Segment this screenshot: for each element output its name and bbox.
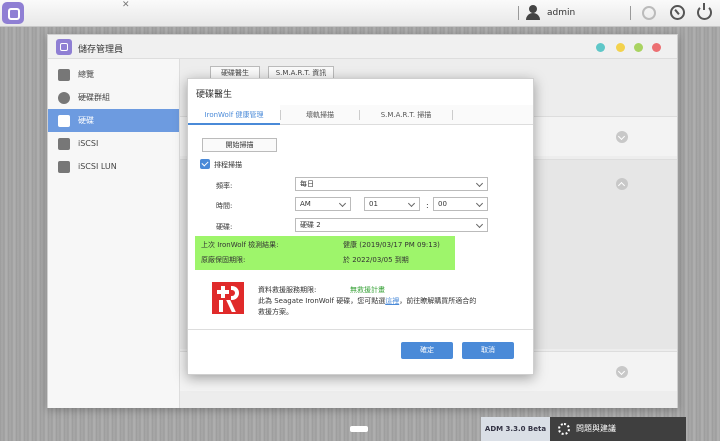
sidebar-item-label: 硬碟群組 (78, 93, 110, 102)
minute-select[interactable]: 00 (433, 197, 488, 211)
sidebar-item-label: iSCSI (78, 139, 99, 148)
settings-icon[interactable] (670, 5, 685, 20)
rescue-logo-icon (212, 282, 244, 314)
storage-manager-app-icon (56, 39, 72, 55)
power-icon[interactable] (697, 3, 712, 20)
ampm-select[interactable]: AM (295, 197, 351, 211)
window-title: 儲存管理員 (78, 45, 124, 55)
last-result-value: 健康 (2019/03/17 PM 09:13) (343, 241, 440, 249)
frequency-label: 頻率: (216, 182, 233, 190)
notification-icon[interactable] (642, 6, 656, 20)
sidebar-item-iscsi[interactable]: iSCSI (48, 132, 179, 155)
rescue-info-line1: 此為 Seagate IronWolf 硬碟，您可點選這裡，前往瞭解購買所適合的 (258, 296, 476, 306)
window-minimize-button[interactable] (616, 43, 625, 52)
divider (518, 6, 519, 20)
schedule-scan-label: 排程掃描 (214, 161, 242, 169)
iscsi-lun-icon (58, 160, 70, 173)
start-scan-button[interactable]: 開始掃描 (202, 138, 277, 152)
rescue-info-line2: 救援方案。 (258, 308, 293, 316)
close-icon[interactable]: ✕ (122, 0, 130, 10)
chevron-down-icon[interactable] (616, 131, 628, 143)
sidebar: 總覽 硬碟群組 硬碟 iSCSI iSCSI LUN (48, 59, 180, 408)
tab-smart-scan[interactable]: S.M.A.R.T. 掃描 (360, 105, 452, 125)
feedback-button[interactable]: 問題與建議 (550, 417, 686, 441)
dock-handle[interactable] (350, 426, 368, 432)
dialog-tabs: IronWolf 健康管理 壞軌掃描 S.M.A.R.T. 掃描 (188, 105, 533, 125)
user-icon[interactable] (526, 5, 540, 20)
sidebar-item-overview[interactable]: 總覽 (48, 63, 179, 86)
warranty-label: 原廠保固期限: (201, 256, 246, 264)
tab-bad-block-scan[interactable]: 壞軌掃描 (281, 105, 359, 125)
top-bar: ✕ admin (0, 0, 720, 27)
chevron-down-icon[interactable] (616, 366, 628, 378)
rescue-info-suffix: ，前往瞭解購買所適合的 (399, 297, 477, 305)
iscsi-icon (58, 137, 70, 150)
rescue-value: 無救援計畫 (350, 286, 385, 294)
tab-ironwolf-health[interactable]: IronWolf 健康管理 (188, 105, 280, 125)
time-label: 時間: (216, 202, 233, 210)
home-icon[interactable] (2, 2, 24, 24)
sidebar-item-iscsi-lun[interactable]: iSCSI LUN (48, 155, 179, 178)
sidebar-item-label: 總覽 (78, 70, 94, 79)
hour-select[interactable]: 01 (364, 197, 420, 211)
sidebar-item-disks[interactable]: 硬碟 (48, 109, 179, 132)
rescue-label: 資料救援服務期限: (258, 286, 317, 294)
sidebar-item-volumes[interactable]: 硬碟群組 (48, 86, 179, 109)
tab-divider (452, 110, 453, 120)
feedback-icon (558, 423, 570, 435)
warranty-value: 於 2022/03/05 到期 (343, 256, 409, 264)
window-titlebar[interactable]: 儲存管理員 (48, 35, 677, 59)
window-restore-button[interactable] (596, 43, 605, 52)
feedback-label: 問題與建議 (576, 424, 616, 433)
disk-icon (58, 114, 70, 127)
chevron-up-icon[interactable] (616, 178, 628, 190)
sidebar-item-label: 硬碟 (78, 116, 94, 125)
disk-doctor-dialog: 硬碟醫生 IronWolf 健康管理 壞軌掃描 S.M.A.R.T. 掃描 開始… (187, 78, 534, 375)
username-label[interactable]: admin (547, 8, 575, 18)
sidebar-item-label: iSCSI LUN (78, 162, 117, 171)
window-close-button[interactable] (652, 43, 661, 52)
time-separator: : (426, 201, 429, 210)
cancel-button[interactable]: 取消 (462, 342, 514, 359)
volume-icon (58, 91, 70, 104)
dialog-title: 硬碟醫生 (196, 90, 233, 100)
last-result-label: 上次 IronWolf 檢測結果: (201, 241, 279, 249)
window-maximize-button[interactable] (634, 43, 643, 52)
disk-select[interactable]: 硬碟 2 (295, 218, 488, 232)
overview-icon (58, 68, 70, 81)
rescue-info-prefix: 此為 Seagate IronWolf 硬碟，您可點選 (258, 297, 386, 305)
divider (630, 6, 631, 20)
version-badge: ADM 3.3.0 Beta (481, 417, 550, 441)
frequency-select[interactable]: 每日 (295, 177, 488, 191)
schedule-scan-checkbox[interactable] (200, 159, 210, 169)
dialog-footer-divider (188, 329, 533, 330)
disk-label: 硬碟: (216, 223, 233, 231)
ok-button[interactable]: 確定 (401, 342, 453, 359)
rescue-info-link[interactable]: 這裡 (385, 297, 399, 305)
